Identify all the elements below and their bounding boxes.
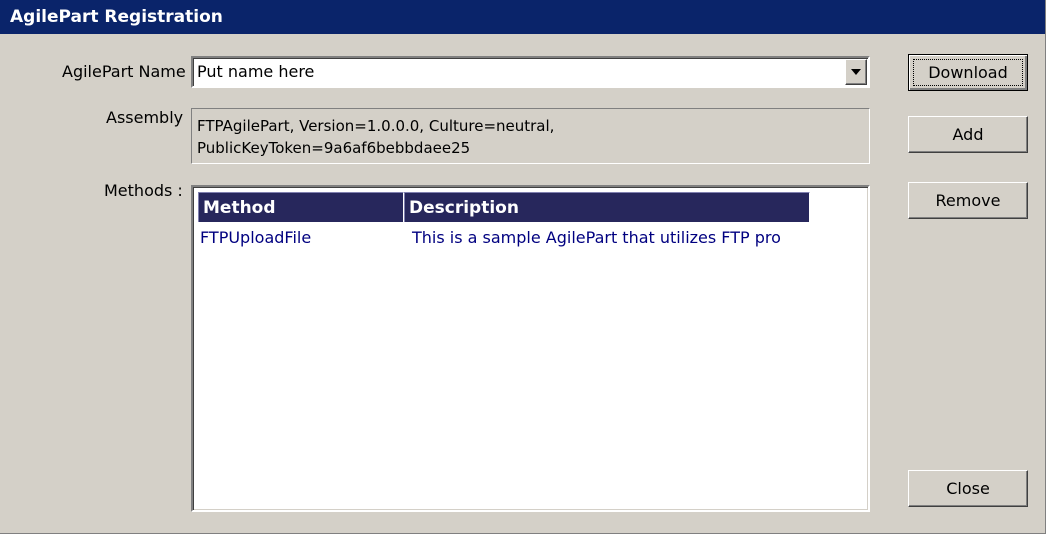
table-row[interactable]: FTPUploadFile This is a sample AgilePart…: [198, 225, 810, 251]
assembly-label: Assembly: [106, 108, 184, 127]
assembly-field: FTPAgilePart, Version=1.0.0.0, Culture=n…: [191, 108, 870, 164]
agilepart-name-label: AgilePart Name: [62, 62, 186, 81]
close-button[interactable]: Close: [908, 470, 1028, 507]
column-header-method[interactable]: Method: [198, 192, 404, 222]
method-cell[interactable]: FTPUploadFile: [198, 225, 406, 251]
assembly-value: FTPAgilePart, Version=1.0.0.0, Culture=n…: [197, 115, 857, 159]
column-header-description[interactable]: Description: [404, 192, 810, 222]
download-button-label: Download: [928, 63, 1008, 82]
agilepart-name-value[interactable]: Put name here: [197, 62, 314, 81]
triangle-down-icon: [851, 69, 861, 75]
combo-dropdown-button[interactable]: [845, 59, 867, 85]
agilepart-name-combobox[interactable]: Put name here: [191, 56, 870, 88]
methods-grid-header: Method Description: [198, 192, 810, 222]
remove-button[interactable]: Remove: [908, 182, 1028, 219]
methods-grid[interactable]: Method Description FTPUploadFile This is…: [191, 185, 870, 512]
assembly-line-2: PublicKeyToken=9a6af6bebbdaee25: [197, 139, 471, 157]
agilepart-registration-dialog: AgilePart Registration AgilePart Name Pu…: [0, 0, 1046, 534]
add-button[interactable]: Add: [908, 116, 1028, 153]
dialog-title: AgilePart Registration: [0, 0, 1045, 34]
assembly-line-1: FTPAgilePart, Version=1.0.0.0, Culture=n…: [197, 117, 555, 135]
methods-label: Methods :: [104, 181, 183, 200]
description-cell[interactable]: This is a sample AgilePart that utilizes…: [406, 225, 810, 251]
download-button[interactable]: Download: [908, 54, 1028, 91]
